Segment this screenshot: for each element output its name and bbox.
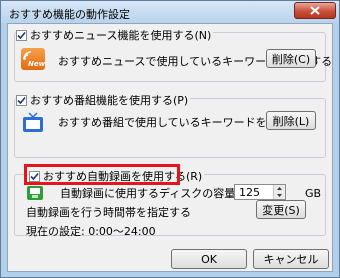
close-icon [310,6,320,15]
highlight-box [24,164,180,185]
capacity-label: 自動録画に使用するディスクの容量(V): [60,187,256,200]
capacity-unit: GB [305,187,322,200]
news-icon: News [21,48,45,70]
spin-up-icon[interactable] [274,185,285,192]
program-checkbox[interactable] [16,94,27,106]
change-button[interactable]: 変更(S) [256,200,306,219]
program-delete-button[interactable]: 削除(L) [266,111,316,130]
program-checkbox-label: おすすめ番組機能を使用する(P) [30,94,189,107]
disk-icon [27,186,43,200]
capacity-value: 125 [239,186,260,199]
window-title: おすすめ機能の動作設定 [9,8,130,21]
cancel-button[interactable]: キャンセル [253,249,329,269]
program-checkbox-row[interactable]: おすすめ番組機能を使用する(P) [16,92,191,108]
dialog-client-area: おすすめニュース機能を使用する(N) News おすすめニュースで使用しているキ… [7,23,333,272]
checkmark-icon [17,31,26,39]
ok-button[interactable]: OK [171,249,247,269]
dialog-window: おすすめ機能の動作設定 おすすめニュース機能を使用する(N) News おすすめ… [0,0,340,278]
news-delete-button[interactable]: 削除(C) [266,49,316,68]
news-checkbox-label: おすすめニュース機能を使用する(N) [30,29,212,42]
spin-down-icon[interactable] [274,192,285,199]
news-icon-text: News [28,60,45,68]
spinner-arrows[interactable] [273,185,285,199]
title-bar[interactable]: おすすめ機能の動作設定 [1,1,339,23]
news-checkbox[interactable] [16,29,27,41]
checkmark-icon [17,96,26,104]
news-checkbox-row[interactable]: おすすめニュース機能を使用する(N) [16,27,214,43]
time-label: 自動録画を行う時間帯を指定する [26,206,191,219]
current-setting: 現在の設定: 0:00〜24:00 [26,225,156,238]
close-button[interactable] [294,2,336,19]
tv-icon [23,112,43,132]
capacity-spinner[interactable]: 125 [234,184,286,200]
